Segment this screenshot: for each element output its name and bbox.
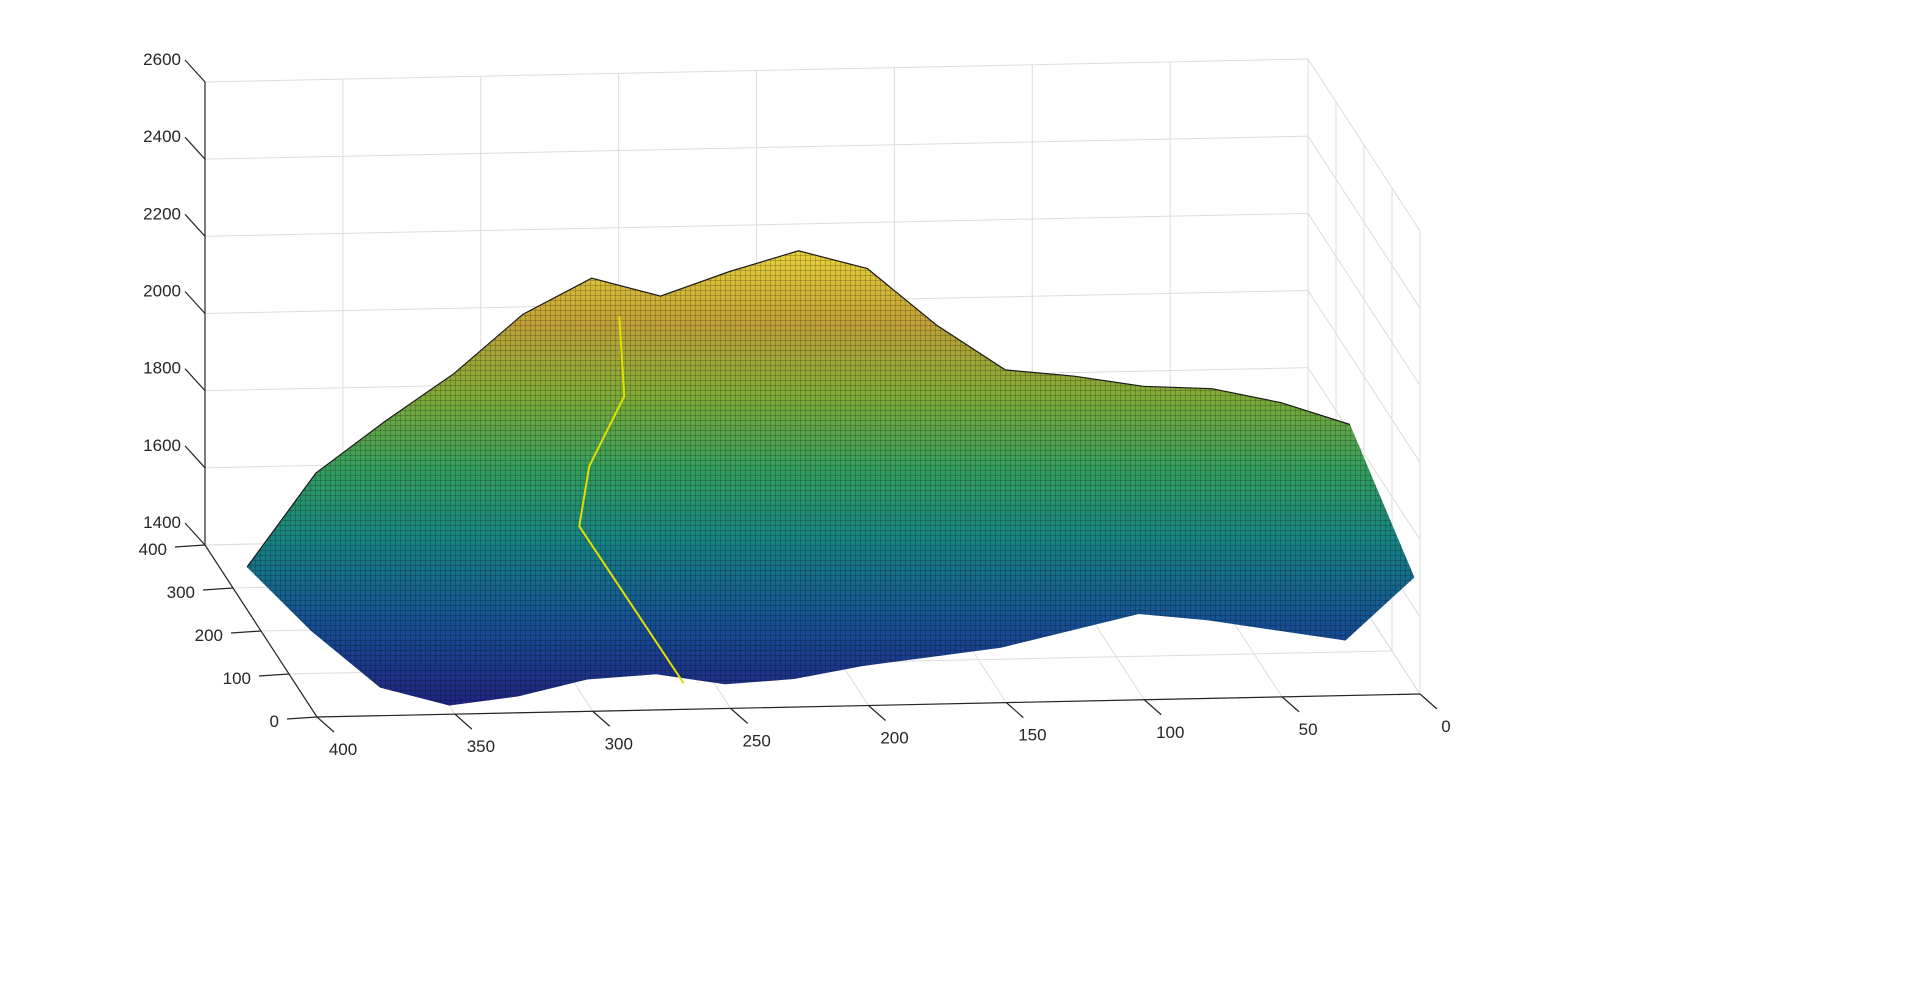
y-tick-mark bbox=[202, 587, 234, 591]
z-tick-label: 1600 bbox=[143, 436, 181, 455]
x-tick-label: 100 bbox=[1156, 723, 1184, 742]
x-tick-mark bbox=[1281, 696, 1300, 713]
y-tick-label: 400 bbox=[139, 540, 167, 559]
surface-plot: 0 50 100 150 200 250 300 350 400 0 100 200 300 400 140… bbox=[139, 50, 1451, 759]
x-tick-label: 150 bbox=[1018, 726, 1046, 745]
z-tick-mark bbox=[184, 368, 206, 392]
z-tick-label: 1400 bbox=[143, 513, 181, 532]
y-tick-label: 0 bbox=[270, 712, 279, 731]
x-tick-label: 200 bbox=[880, 729, 908, 748]
z-tick-mark bbox=[184, 291, 206, 314]
y-tick-mark bbox=[230, 630, 262, 634]
x-tick-mark bbox=[1143, 699, 1162, 716]
x-tick-mark bbox=[1005, 702, 1024, 719]
surface-layer bbox=[246, 250, 1415, 706]
x-tick-label: 0 bbox=[1441, 717, 1450, 736]
surface-shade bbox=[247, 250, 1415, 706]
x-tick-label: 350 bbox=[467, 737, 495, 756]
x-tick-mark bbox=[868, 705, 886, 721]
y-tick-label: 300 bbox=[167, 583, 195, 602]
y-tick-mark bbox=[286, 716, 318, 720]
x-tick-mark bbox=[1419, 693, 1438, 710]
x-tick-mark bbox=[730, 707, 749, 724]
z-tick-mark bbox=[184, 59, 206, 83]
z-tick-mark bbox=[184, 445, 206, 469]
x-tick-mark bbox=[592, 710, 611, 727]
y-tick-mark bbox=[174, 544, 206, 548]
z-tick-mark bbox=[184, 136, 206, 160]
x-tick-label: 250 bbox=[742, 731, 770, 750]
x-tick-label: 400 bbox=[329, 740, 357, 759]
z-tick-label: 1800 bbox=[143, 359, 181, 378]
z-tick-mark bbox=[184, 213, 206, 237]
y-tick-mark bbox=[258, 673, 290, 677]
x-tick-label: 50 bbox=[1299, 720, 1318, 739]
x-tick-mark bbox=[454, 713, 473, 730]
z-tick-label: 2000 bbox=[143, 282, 181, 301]
y-tick-label: 100 bbox=[223, 669, 251, 688]
z-tick-mark bbox=[184, 522, 206, 546]
z-tick-label: 2400 bbox=[143, 127, 181, 146]
x-tick-mark bbox=[316, 716, 335, 733]
z-tick-label: 2600 bbox=[143, 50, 181, 69]
y-tick-label: 200 bbox=[195, 626, 223, 645]
x-tick-label: 300 bbox=[605, 734, 633, 753]
z-tick-label: 2200 bbox=[143, 204, 181, 223]
